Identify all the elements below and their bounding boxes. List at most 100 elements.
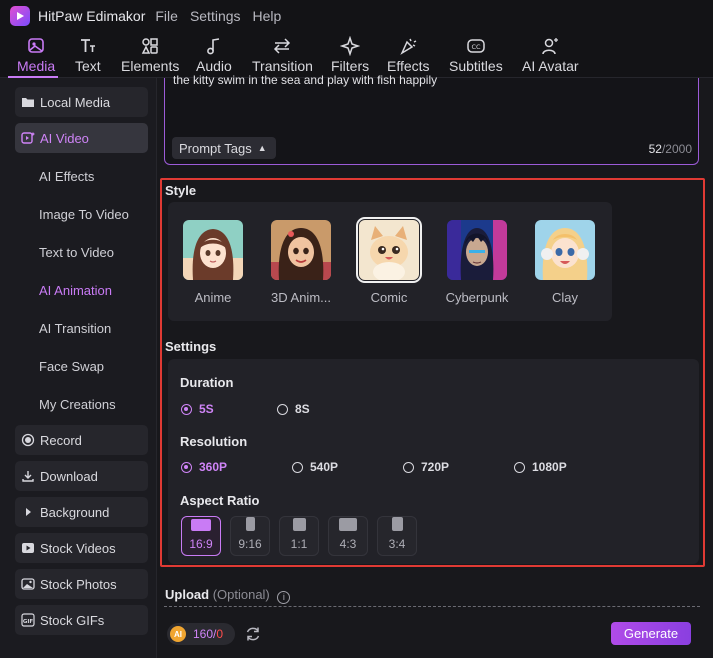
tab-text[interactable]: Text bbox=[75, 36, 101, 74]
aspect-ratio-4-3[interactable]: 4:3 bbox=[328, 516, 368, 556]
transition-icon bbox=[274, 38, 291, 54]
resolution-option-540p[interactable]: 540P bbox=[292, 460, 338, 474]
ai-coin-icon: AI bbox=[170, 626, 186, 642]
tab-label: AI Avatar bbox=[522, 58, 579, 74]
credits-used: 0 bbox=[216, 627, 224, 641]
style-option-3d-animation[interactable]: 3D Anim... bbox=[270, 220, 332, 305]
ratio-label: 1:1 bbox=[290, 537, 308, 551]
svg-text:GIF: GIF bbox=[23, 619, 34, 625]
tab-label: Filters bbox=[331, 58, 370, 74]
sidebar-item-stock-photos[interactable]: Stock Photos bbox=[15, 569, 148, 599]
tab-audio[interactable]: Audio bbox=[196, 36, 232, 74]
upload-optional: (Optional) bbox=[212, 587, 270, 602]
style-option-label: Cyberpunk bbox=[445, 290, 509, 305]
style-option-label: Anime bbox=[194, 290, 232, 305]
ratio-label: 9:16 bbox=[238, 537, 262, 551]
tab-transition[interactable]: Transition bbox=[252, 36, 313, 74]
generate-button[interactable]: Generate bbox=[611, 622, 691, 645]
ratio-shape-icon bbox=[292, 518, 306, 531]
elements-icon bbox=[141, 38, 158, 54]
info-icon[interactable]: i bbox=[277, 590, 291, 604]
sidebar-sub-ai-effects[interactable]: AI Effects bbox=[39, 169, 94, 184]
duration-option-8s[interactable]: 8S bbox=[277, 402, 310, 416]
sidebar-sub-text-to-video[interactable]: Text to Video bbox=[39, 245, 114, 260]
sidebar-item-background[interactable]: Background bbox=[15, 497, 148, 527]
radio-label: 5S bbox=[199, 402, 214, 416]
ratio-shape-icon bbox=[339, 518, 357, 531]
resolution-option-1080p[interactable]: 1080P bbox=[514, 460, 567, 474]
aspect-ratio-9-16[interactable]: 9:16 bbox=[230, 516, 270, 556]
tab-label: Effects bbox=[387, 58, 430, 74]
style-option-cyberpunk[interactable]: Cyberpunk bbox=[446, 220, 508, 305]
sidebar-item-stock-videos[interactable]: Stock Videos bbox=[15, 533, 148, 563]
style-option-anime[interactable]: Anime bbox=[182, 220, 244, 305]
clay-thumbnail bbox=[535, 220, 595, 280]
aspect-ratio-16-9[interactable]: 16:9 bbox=[181, 516, 221, 556]
sidebar-item-download[interactable]: Download bbox=[15, 461, 148, 491]
sidebar-sub-face-swap[interactable]: Face Swap bbox=[39, 359, 104, 374]
char-count-max: /2000 bbox=[661, 142, 692, 156]
duration-option-5s[interactable]: 5S bbox=[181, 402, 214, 416]
tab-elements[interactable]: Elements bbox=[121, 36, 179, 74]
app-logo-icon bbox=[10, 6, 30, 26]
radio-label: 8S bbox=[295, 402, 310, 416]
audio-icon bbox=[207, 38, 220, 55]
tab-effects[interactable]: Effects bbox=[387, 36, 430, 74]
tab-label: Subtitles bbox=[449, 58, 503, 74]
sidebar-sub-ai-animation[interactable]: AI Animation bbox=[39, 283, 112, 298]
svg-text:CC: CC bbox=[471, 43, 481, 51]
ai-animation-panel: the kitty swim in the sea and play with … bbox=[158, 73, 713, 658]
tab-ai-avatar[interactable]: AI Avatar bbox=[522, 36, 579, 74]
aspect-ratio-label: Aspect Ratio bbox=[180, 493, 260, 508]
radio-dot bbox=[514, 461, 525, 473]
radio-label: 360P bbox=[199, 460, 228, 474]
menu-help[interactable]: Help bbox=[253, 8, 282, 24]
sidebar-item-local-media[interactable]: Local Media bbox=[15, 87, 148, 117]
credits-value: 160/0 bbox=[193, 627, 223, 641]
menu-settings[interactable]: Settings bbox=[190, 8, 241, 24]
ratio-shape-icon bbox=[245, 517, 255, 531]
ai-avatar-icon bbox=[542, 38, 559, 55]
sidebar-sub-ai-transition[interactable]: AI Transition bbox=[39, 321, 111, 336]
radio-dot bbox=[277, 403, 288, 415]
sidebar-item-label: Stock Videos bbox=[40, 540, 116, 556]
prompt-tags-button[interactable]: Prompt Tags ▲ bbox=[172, 137, 276, 159]
sidebar-sub-my-creations[interactable]: My Creations bbox=[39, 397, 116, 412]
sidebar-item-ai-video[interactable]: AI Video bbox=[15, 123, 148, 153]
sidebar-sub-image-to-video[interactable]: Image To Video bbox=[39, 207, 129, 222]
tab-label: Media bbox=[17, 58, 56, 74]
refresh-icon[interactable] bbox=[244, 625, 262, 643]
ai-video-icon bbox=[21, 131, 35, 145]
aspect-ratio-1-1[interactable]: 1:1 bbox=[279, 516, 319, 556]
upload-section-title: Upload (Optional) i bbox=[165, 587, 291, 604]
style-option-clay[interactable]: Clay bbox=[534, 220, 596, 305]
aspect-ratio-3-4[interactable]: 3:4 bbox=[377, 516, 417, 556]
gif-icon: GIF bbox=[21, 613, 35, 627]
bottom-bar: AI 160/0 Generate bbox=[158, 612, 713, 658]
sidebar-item-label: Background bbox=[40, 504, 110, 520]
sidebar-item-label: Local Media bbox=[40, 94, 111, 110]
style-option-label: 3D Anim... bbox=[271, 290, 331, 305]
prompt-textarea[interactable]: the kitty swim in the sea and play with … bbox=[164, 73, 699, 165]
tab-filters[interactable]: Filters bbox=[331, 36, 369, 74]
tab-media[interactable]: Media bbox=[17, 36, 55, 74]
settings-panel: Duration 5S 8S Resolution 360P 540P 720P… bbox=[168, 359, 699, 564]
sidebar-item-record[interactable]: Record bbox=[15, 425, 148, 455]
tab-label: Audio bbox=[196, 58, 232, 74]
resolution-option-720p[interactable]: 720P bbox=[403, 460, 449, 474]
resolution-option-360p[interactable]: 360P bbox=[181, 460, 227, 474]
radio-label: 540P bbox=[310, 460, 339, 474]
radio-dot bbox=[181, 461, 192, 473]
menu-file[interactable]: File bbox=[155, 8, 178, 24]
text-icon bbox=[80, 39, 95, 52]
radio-label: 1080P bbox=[532, 460, 567, 474]
radio-dot bbox=[403, 461, 414, 473]
radio-dot bbox=[292, 461, 303, 473]
sidebar-item-stock-gifs[interactable]: GIF Stock GIFs bbox=[15, 605, 148, 635]
caret-right-icon bbox=[21, 505, 35, 519]
style-option-comic[interactable]: Comic bbox=[356, 217, 422, 305]
tab-label: Transition bbox=[252, 58, 313, 74]
tab-subtitles[interactable]: CC Subtitles bbox=[449, 36, 503, 74]
sidebar-item-label: AI Video bbox=[40, 130, 89, 146]
video-icon bbox=[21, 541, 35, 555]
